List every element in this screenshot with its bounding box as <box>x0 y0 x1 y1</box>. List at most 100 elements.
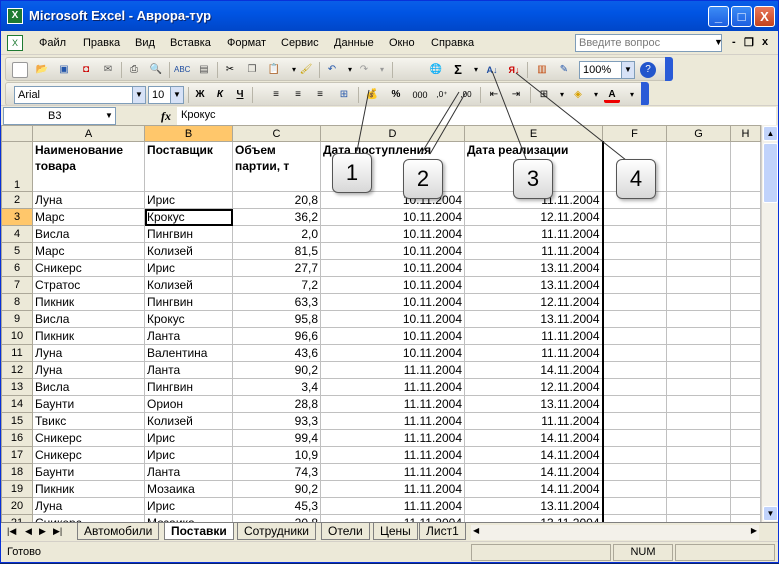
cell[interactable]: Сникерс <box>32 429 145 447</box>
cell[interactable] <box>666 293 731 311</box>
cell[interactable]: Стратос <box>32 276 145 294</box>
cell[interactable]: 10.11.2004 <box>320 310 465 328</box>
format-painter-icon[interactable]: 🖌 <box>298 62 314 78</box>
cell[interactable] <box>666 412 731 430</box>
cell[interactable]: Валентина <box>144 344 233 362</box>
cell[interactable]: Ирис <box>144 191 233 209</box>
italic-button[interactable]: К <box>212 87 228 103</box>
cut-icon[interactable]: ✂ <box>222 62 238 78</box>
cell[interactable]: Твикс <box>32 412 145 430</box>
cell[interactable]: Луна <box>32 191 145 209</box>
cell[interactable]: 93,3 <box>232 412 321 430</box>
row-header[interactable]: 10 <box>1 327 33 345</box>
cell[interactable]: Пикник <box>32 480 145 498</box>
scroll-thumb[interactable] <box>763 143 778 203</box>
select-all-corner[interactable] <box>1 125 33 142</box>
cell[interactable]: 11.11.2004 <box>320 429 465 447</box>
cell[interactable]: Висла <box>32 378 145 396</box>
cell[interactable] <box>602 327 667 345</box>
help-question-input[interactable]: Введите вопрос <box>575 34 722 52</box>
col-header-d[interactable]: D <box>320 125 465 142</box>
cell[interactable]: Сникерс <box>32 446 145 464</box>
cell[interactable] <box>602 480 667 498</box>
cell[interactable]: 28,8 <box>232 395 321 413</box>
row-header[interactable]: 12 <box>1 361 33 379</box>
cell[interactable]: 90,2 <box>232 361 321 379</box>
cell-header[interactable]: Объем партии, т <box>232 141 321 192</box>
cell[interactable] <box>602 276 667 294</box>
paste-icon[interactable]: 📋 <box>266 62 282 78</box>
cell[interactable]: Пингвин <box>144 293 233 311</box>
col-header-f[interactable]: F <box>602 125 667 142</box>
col-header-g[interactable]: G <box>666 125 731 142</box>
mdi-close-button[interactable]: x <box>762 36 768 48</box>
cell[interactable]: 90,2 <box>232 480 321 498</box>
cell[interactable]: 10.11.2004 <box>320 276 465 294</box>
cell[interactable] <box>730 225 761 243</box>
cell[interactable]: 74,3 <box>232 463 321 481</box>
cell[interactable]: 14.11.2004 <box>464 480 604 498</box>
cell-header[interactable]: Наименование товара <box>32 141 145 192</box>
toolbar-options-icon[interactable] <box>665 57 673 81</box>
new-icon[interactable] <box>12 62 28 78</box>
menu-file[interactable]: Файл <box>39 37 66 49</box>
row-header[interactable]: 4 <box>1 225 33 243</box>
cell[interactable] <box>666 208 731 226</box>
font-dropdown-icon[interactable]: ▼ <box>132 87 145 103</box>
cell[interactable]: 11.11.2004 <box>320 361 465 379</box>
workbook-icon[interactable]: X <box>7 35 23 51</box>
cell[interactable]: 12.11.2004 <box>464 208 604 226</box>
cell[interactable] <box>730 310 761 328</box>
cell[interactable]: 11.11.2004 <box>320 463 465 481</box>
font-select[interactable]: Arial ▼ <box>14 86 146 104</box>
cell[interactable] <box>730 327 761 345</box>
cell[interactable]: 11.11.2004 <box>464 412 604 430</box>
cell[interactable]: 45,3 <box>232 497 321 515</box>
col-header-c[interactable]: C <box>232 125 321 142</box>
active-cell[interactable]: Крокус <box>144 208 233 226</box>
row-header[interactable]: 1 <box>1 141 33 192</box>
autosum-dropdown-icon[interactable]: ▾ <box>468 62 484 78</box>
cell[interactable] <box>730 191 761 209</box>
cell[interactable] <box>602 412 667 430</box>
cell[interactable]: Ирис <box>144 429 233 447</box>
cell[interactable]: 13.11.2004 <box>464 259 604 277</box>
cell[interactable]: Ланта <box>144 327 233 345</box>
cell[interactable]: Пикник <box>32 293 145 311</box>
cell[interactable]: 11.11.2004 <box>320 378 465 396</box>
cell[interactable] <box>602 242 667 260</box>
cell[interactable] <box>666 480 731 498</box>
row-header[interactable]: 15 <box>1 412 33 430</box>
menu-format[interactable]: Формат <box>227 37 266 49</box>
cell[interactable]: 10.11.2004 <box>320 242 465 260</box>
currency-style-icon[interactable]: 💰 <box>364 87 380 103</box>
cell[interactable]: 7,2 <box>232 276 321 294</box>
row-header[interactable]: 5 <box>1 242 33 260</box>
excel-app-icon[interactable]: X <box>7 8 23 24</box>
tab-tseny[interactable]: Цены <box>373 523 418 540</box>
col-header-a[interactable]: A <box>32 125 145 142</box>
cell[interactable]: Пикник <box>32 327 145 345</box>
cell[interactable] <box>666 141 731 192</box>
cell[interactable]: Мозаика <box>144 480 233 498</box>
cell[interactable] <box>666 242 731 260</box>
align-center-icon[interactable]: ≡ <box>290 87 306 103</box>
cell[interactable] <box>730 378 761 396</box>
cell[interactable] <box>730 259 761 277</box>
col-header-b[interactable]: B <box>144 125 233 142</box>
row-header[interactable]: 19 <box>1 480 33 498</box>
formula-input[interactable]: Крокус <box>177 107 776 125</box>
cell[interactable]: 27,7 <box>232 259 321 277</box>
cell[interactable]: 14.11.2004 <box>464 463 604 481</box>
vertical-scrollbar[interactable]: ▲ ▼ <box>761 125 778 522</box>
cell[interactable]: Баунти <box>32 395 145 413</box>
row-header[interactable]: 16 <box>1 429 33 447</box>
cell[interactable]: 12.11.2004 <box>464 378 604 396</box>
cell[interactable] <box>730 208 761 226</box>
row-header[interactable]: 13 <box>1 378 33 396</box>
cell[interactable]: Ирис <box>144 259 233 277</box>
minimize-button[interactable]: _ <box>708 6 729 27</box>
decrease-decimal-icon[interactable]: ,00 <box>458 87 474 103</box>
cell[interactable]: Пингвин <box>144 378 233 396</box>
cell[interactable] <box>666 276 731 294</box>
